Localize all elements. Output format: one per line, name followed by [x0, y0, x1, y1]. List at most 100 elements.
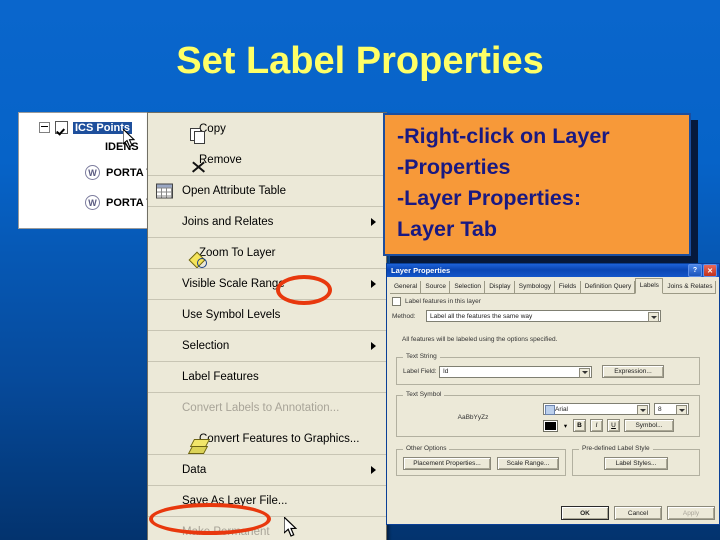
label-field-select[interactable]: Id [439, 365, 592, 378]
chevron-down-icon[interactable] [637, 405, 648, 415]
menu-item-label: Use Symbol Levels [182, 309, 281, 321]
toc-feature-label: PORTA T [106, 196, 154, 209]
tab-labels[interactable]: Labels [634, 278, 664, 294]
page-title: Set Label Properties [176, 40, 544, 82]
callout-line: -Layer Properties: [397, 186, 582, 210]
well-symbol-icon: W [85, 195, 100, 210]
other-options-group: Other Options Placement Properties... Sc… [396, 445, 566, 476]
font-size-select[interactable]: 8 [654, 403, 689, 415]
tab-symbology[interactable]: Symbology [514, 281, 555, 293]
toc-feature-label: PORTA T [106, 166, 154, 179]
menu-item-label: Convert Features to Graphics... [199, 432, 360, 445]
cancel-button[interactable]: Cancel [614, 506, 662, 520]
predefined-label-style-group: Pre-defined Label Style Label Styles... [572, 445, 700, 476]
text-symbol-group: Text Symbol AaBbYyZz Arial 8 ▾ B I U Sym… [396, 391, 700, 437]
toc-root-row[interactable]: ICS Points [39, 121, 133, 134]
placement-properties-button[interactable]: Placement Properties... [403, 457, 491, 470]
menu-item-selection[interactable]: Selection [148, 330, 386, 361]
label-field-label: Label Field: [403, 368, 437, 375]
menu-item-data[interactable]: Data [148, 454, 386, 485]
dialog-tabstrip[interactable]: General Source Selection Display Symbolo… [390, 278, 717, 294]
menu-item-copy[interactable]: Copy [148, 113, 386, 144]
other-options-group-label: Other Options [403, 445, 450, 452]
label-field-value: Id [443, 368, 449, 375]
callout-line: Layer Tab [397, 217, 497, 241]
list-item[interactable]: W PORTA T [85, 195, 153, 210]
tab-joins-and-relates[interactable]: Joins & Relates [663, 281, 717, 293]
toc-layer-name[interactable]: ICS Points [73, 121, 133, 134]
text-symbol-preview: AaBbYyZz [457, 414, 489, 421]
tab-display[interactable]: Display [485, 281, 515, 293]
label-features-checkbox[interactable] [392, 297, 401, 306]
menu-item-label: Zoom To Layer [199, 247, 276, 259]
italic-button[interactable]: I [590, 419, 603, 432]
underline-button[interactable]: U [607, 419, 620, 432]
bold-button[interactable]: B [573, 419, 586, 432]
chevron-down-icon[interactable] [648, 312, 659, 322]
submenu-arrow-icon [371, 466, 376, 474]
layer-visibility-checkbox[interactable] [55, 121, 68, 134]
layer-context-menu[interactable]: Copy Remove Open Attribute Table Joins a… [147, 112, 387, 540]
method-select[interactable]: Label all the features the same way [426, 310, 661, 322]
color-dropdown-icon[interactable]: ▾ [562, 420, 569, 431]
instructions-callout: -Right-click on Layer -Properties -Layer… [383, 113, 691, 256]
tab-definition-query[interactable]: Definition Query [580, 281, 635, 293]
menu-item-convert-labels-to-annotation: Convert Labels to Annotation... [148, 392, 386, 423]
label-styles-button[interactable]: Label Styles... [604, 457, 668, 470]
menu-item-use-symbol-levels[interactable]: Use Symbol Levels [148, 299, 386, 330]
list-item[interactable]: W PORTA T [85, 165, 153, 180]
label-features-label: Label features in this layer [405, 298, 481, 305]
help-button[interactable]: ? [688, 264, 702, 277]
method-description: All features will be labeled using the o… [402, 336, 558, 343]
menu-item-label: Label Features [182, 371, 259, 383]
menu-item-open-attribute-table[interactable]: Open Attribute Table [148, 175, 386, 206]
menu-item-label: Data [182, 464, 207, 476]
dialog-titlebar[interactable]: Layer Properties ? ✕ [387, 264, 719, 277]
menu-item-remove[interactable]: Remove [148, 144, 386, 175]
font-select[interactable]: Arial [543, 403, 650, 415]
text-color-swatch[interactable] [543, 419, 558, 432]
well-symbol-icon: W [85, 165, 100, 180]
toc-sublabel-row: IDENS [105, 141, 139, 153]
toc-sublabel: IDENS [105, 141, 139, 153]
ok-button[interactable]: OK [561, 506, 609, 520]
menu-item-label: Save As Layer File... [182, 495, 288, 507]
submenu-arrow-icon [371, 280, 376, 288]
apply-button: Apply [667, 506, 715, 520]
layer-properties-dialog[interactable]: Layer Properties ? ✕ General Source Sele… [386, 263, 720, 525]
dialog-footer: OK Cancel Apply [561, 506, 715, 520]
expression-button[interactable]: Expression... [602, 365, 664, 378]
method-row[interactable]: Method: Label all the features the same … [392, 310, 714, 322]
remove-x-icon [190, 159, 207, 175]
menu-item-label: Convert Labels to Annotation... [182, 402, 340, 414]
copy-icon [190, 128, 207, 144]
symbol-button[interactable]: Symbol... [624, 419, 674, 432]
tab-fields[interactable]: Fields [554, 281, 581, 293]
method-label: Method: [392, 312, 416, 320]
menu-item-save-as-layer-file[interactable]: Save As Layer File... [148, 485, 386, 516]
menu-item-joins-and-relates[interactable]: Joins and Relates [148, 206, 386, 237]
close-icon[interactable]: ✕ [703, 264, 717, 277]
convert-features-icon [187, 438, 211, 454]
chevron-down-icon[interactable] [579, 367, 590, 378]
menu-item-label: Open Attribute Table [182, 185, 286, 197]
label-features-row[interactable]: Label features in this layer [392, 297, 714, 306]
tab-source[interactable]: Source [421, 281, 451, 293]
font-value: Arial [555, 405, 569, 413]
menu-item-label-features[interactable]: Label Features [148, 361, 386, 392]
expand-collapse-icon[interactable] [39, 122, 50, 133]
font-size-value: 8 [658, 405, 662, 413]
font-preview-icon [545, 405, 555, 415]
menu-item-visible-scale-range[interactable]: Visible Scale Range [148, 268, 386, 299]
menu-item-label: Joins and Relates [182, 216, 274, 228]
menu-item-label: Visible Scale Range [182, 278, 285, 290]
menu-item-zoom-to-layer[interactable]: Zoom To Layer [148, 237, 386, 269]
tab-general[interactable]: General [390, 281, 422, 293]
tab-selection[interactable]: Selection [450, 281, 486, 293]
menu-item-convert-features-to-graphics[interactable]: Convert Features to Graphics... [148, 423, 386, 454]
scale-range-button[interactable]: Scale Range... [497, 457, 559, 470]
dialog-title: Layer Properties [391, 266, 451, 275]
submenu-arrow-icon [371, 218, 376, 226]
submenu-arrow-icon [371, 342, 376, 350]
chevron-down-icon[interactable] [676, 405, 687, 415]
